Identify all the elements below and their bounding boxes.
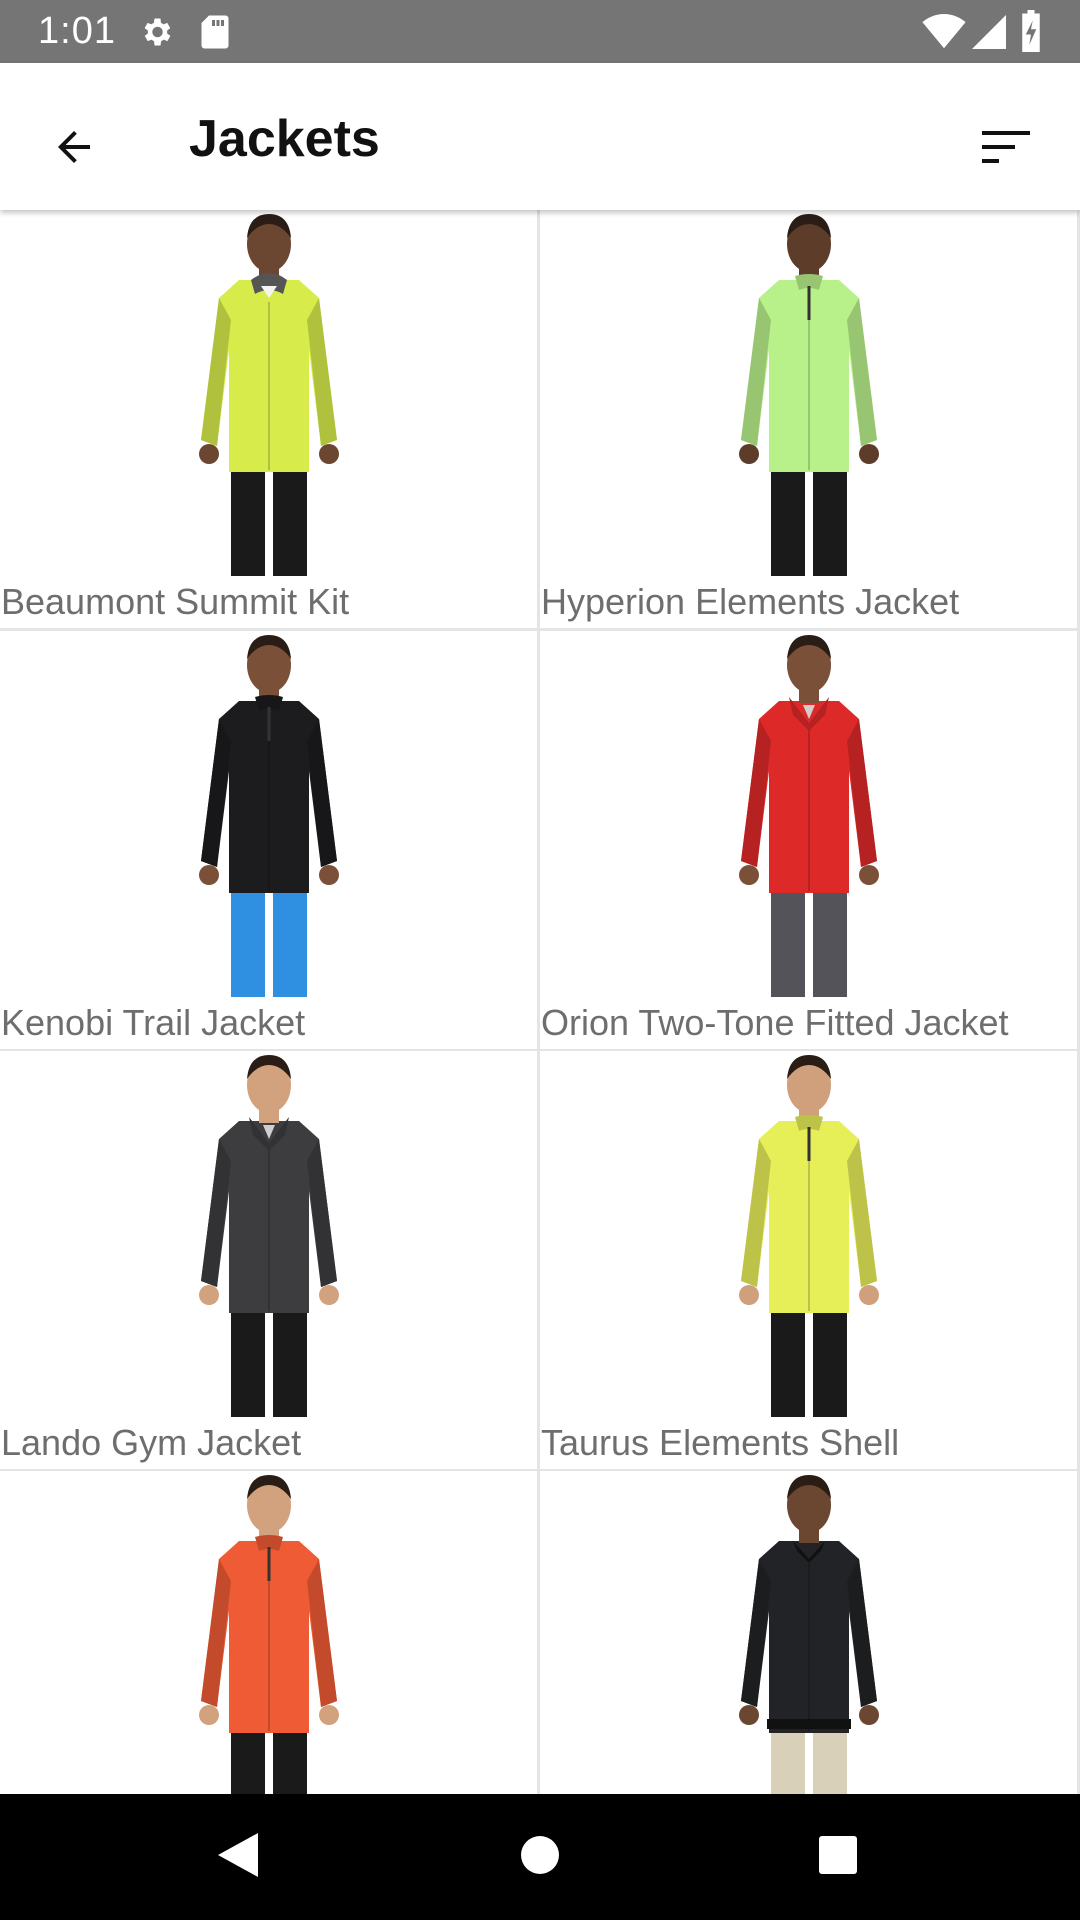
- app-bar: Jackets: [0, 63, 1080, 210]
- page-title: Jackets: [189, 110, 380, 168]
- gear-icon: [138, 14, 174, 55]
- product-name: Beaumont Summit Kit: [1, 581, 350, 622]
- product-image: [540, 210, 1077, 576]
- product-image: [0, 1471, 537, 1794]
- product-name: Taurus Elements Shell: [541, 1422, 900, 1463]
- product-card[interactable]: Orion Two-Tone Fitted Jacket: [540, 631, 1077, 1049]
- status-time: 1:01: [38, 10, 116, 52]
- product-image: [0, 631, 537, 997]
- product-card[interactable]: Hyperion Elements Jacket: [540, 210, 1077, 628]
- model-figure: [198, 1475, 339, 1794]
- model-figure: [198, 635, 339, 997]
- sort-button[interactable]: [960, 103, 1052, 195]
- signal-icon: [972, 14, 1006, 55]
- sd-card-icon: [200, 14, 230, 55]
- nav-recents-square-icon: [818, 1835, 858, 1880]
- model-figure: [198, 1055, 339, 1417]
- model-figure: [738, 635, 879, 997]
- model-figure: [738, 1055, 879, 1417]
- product-card[interactable]: Taurus Elements Shell: [540, 1051, 1077, 1469]
- product-image: [0, 1051, 537, 1417]
- product-name: Kenobi Trail Jacket: [1, 1002, 306, 1043]
- nav-back-button[interactable]: [202, 1821, 274, 1893]
- wifi-icon: [922, 14, 966, 55]
- model-figure: [198, 214, 339, 576]
- product-card[interactable]: [0, 1471, 537, 1794]
- model-figure: [738, 214, 879, 576]
- model-figure: [738, 1475, 879, 1794]
- nav-home-circle-icon: [520, 1835, 560, 1880]
- back-button[interactable]: [28, 103, 120, 195]
- nav-recents-button[interactable]: [802, 1821, 874, 1893]
- nav-back-triangle-icon: [216, 1831, 260, 1884]
- product-card[interactable]: Beaumont Summit Kit: [0, 210, 537, 628]
- product-card[interactable]: Kenobi Trail Jacket: [0, 631, 537, 1049]
- nav-home-button[interactable]: [504, 1821, 576, 1893]
- product-name: Hyperion Elements Jacket: [541, 581, 960, 622]
- status-bar: 1:01: [0, 0, 1080, 63]
- product-card[interactable]: [540, 1471, 1077, 1794]
- product-card[interactable]: Lando Gym Jacket: [0, 1051, 537, 1469]
- battery-charging-icon: [1020, 10, 1042, 57]
- product-image: [540, 1051, 1077, 1417]
- product-image: [0, 210, 537, 576]
- sort-icon: [982, 129, 1030, 170]
- product-name: Lando Gym Jacket: [1, 1422, 302, 1463]
- system-nav-bar: [0, 1794, 1080, 1920]
- product-name: Orion Two-Tone Fitted Jacket: [541, 1002, 1009, 1043]
- product-grid: Beaumont Summit Kit Hyperion Elements Ja…: [0, 210, 1080, 1794]
- product-image: [540, 631, 1077, 997]
- arrow-back-icon: [50, 123, 98, 176]
- product-image: [540, 1471, 1077, 1794]
